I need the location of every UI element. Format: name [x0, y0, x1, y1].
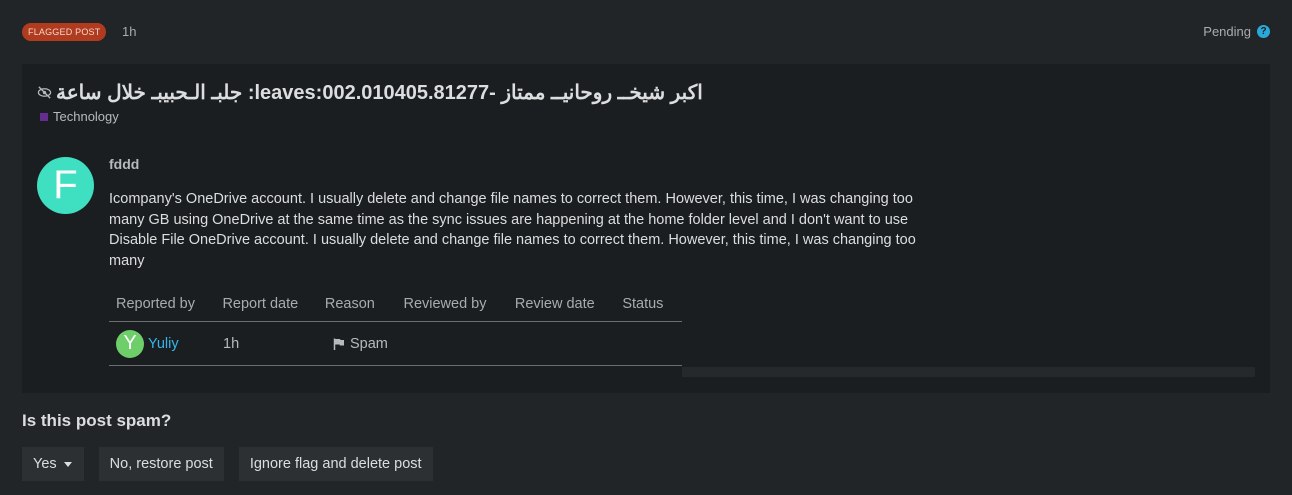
reports-table-header: Reported by Report date Reason Reviewed … — [109, 286, 682, 322]
post-title[interactable]: اكبر شيخــ روحانيــ ممتاز -leaves:002.01… — [56, 80, 703, 105]
col-reviewed-by: Reviewed by — [403, 295, 487, 312]
ignore-delete-button[interactable]: Ignore flag and delete post — [238, 447, 433, 481]
yes-dropdown-button[interactable]: Yes — [22, 447, 84, 481]
col-status: Status — [622, 295, 664, 312]
reason-text: Spam — [350, 335, 388, 352]
review-header: FLAGGED POST 1h Pending ? — [22, 22, 1270, 42]
post-card: اكبر شيخــ روحانيــ ممتاز -leaves:002.01… — [22, 64, 1270, 393]
eye-slash-icon — [37, 86, 52, 99]
caret-down-icon — [63, 462, 72, 467]
status-text: Pending — [1203, 24, 1251, 39]
reporter-cell[interactable]: Y Yuliy — [109, 329, 216, 358]
reports-table: Reported by Report date Reason Reviewed … — [109, 286, 682, 366]
reporter-avatar[interactable]: Y — [116, 329, 144, 358]
col-reported-by: Reported by — [116, 295, 195, 312]
table-scrollbar[interactable] — [682, 367, 1255, 377]
yes-label: Yes — [33, 456, 57, 472]
col-review-date: Review date — [514, 295, 595, 312]
reporter-name-link[interactable]: Yuliy — [148, 336, 179, 352]
category-badge[interactable]: Technology — [40, 109, 119, 124]
category-name: Technology — [53, 109, 119, 124]
table-row: Y Yuliy 1h Spam — [109, 322, 682, 366]
flag-icon — [333, 338, 344, 350]
question-circle-icon[interactable]: ? — [1257, 25, 1270, 38]
post-age[interactable]: 1h — [122, 24, 136, 39]
post-body: Icompany's OneDrive account. I usually d… — [109, 191, 916, 270]
author-username[interactable]: fddd — [109, 156, 139, 172]
category-color-square — [40, 112, 48, 121]
post-title-row: اكبر شيخــ روحانيــ ممتاز -leaves:002.01… — [37, 80, 703, 105]
review-question: Is this post spam? — [22, 411, 172, 430]
reason-cell: Spam — [326, 336, 388, 352]
report-date-cell: 1h — [223, 335, 240, 352]
col-report-date: Report date — [222, 295, 299, 312]
col-reason: Reason — [324, 295, 375, 312]
review-status: Pending ? — [1203, 24, 1270, 39]
author-avatar[interactable]: F — [37, 157, 94, 214]
flagged-post-badge: FLAGGED POST — [22, 23, 107, 41]
review-actions: Yes No, restore post Ignore flag and del… — [22, 447, 433, 481]
restore-post-button[interactable]: No, restore post — [98, 447, 224, 481]
